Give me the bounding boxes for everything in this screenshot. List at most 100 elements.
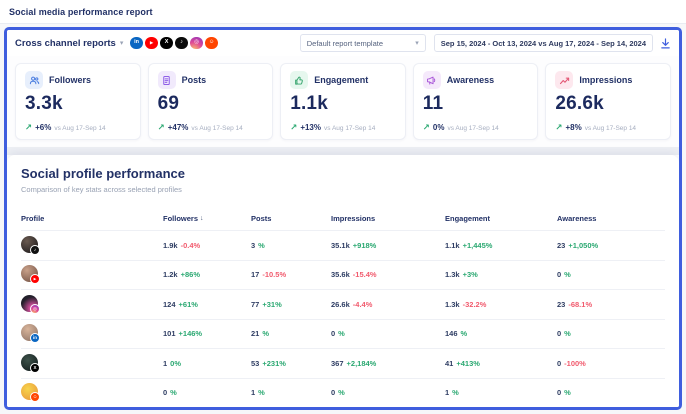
report-panel: Cross channel reports ▾ in▶X♪◎☺ Default … bbox=[4, 27, 682, 410]
awareness-cell: 0% bbox=[557, 270, 665, 279]
impressions-cell: 35.1k+918% bbox=[331, 241, 445, 250]
youtube-icon[interactable]: ▶ bbox=[145, 37, 158, 50]
awareness-cell: 0-100% bbox=[557, 359, 665, 368]
impressions-cell: 0% bbox=[331, 388, 445, 397]
kpi-label: Engagement bbox=[314, 75, 368, 85]
column-header-followers[interactable]: Followers↓ bbox=[163, 214, 251, 223]
table-row[interactable]: in 101+146% 21% 0% 146% 0% bbox=[21, 319, 665, 349]
avatar: ☺ bbox=[21, 383, 38, 400]
kpi-row: Followers 3.3k ↗ +6% vs Aug 17-Sep 14 Po… bbox=[7, 56, 679, 147]
table-header: Profile Followers↓ Posts Impressions Eng… bbox=[21, 206, 665, 230]
report-toolbar: Cross channel reports ▾ in▶X♪◎☺ Default … bbox=[7, 30, 679, 56]
section-subtitle: Comparison of key stats across selected … bbox=[21, 185, 665, 194]
channel-icon-row: in▶X♪◎☺ bbox=[130, 37, 218, 50]
engagement-cell: 41+413% bbox=[445, 359, 557, 368]
table-row[interactable]: ▶ 1.2k+86% 17-10.5% 35.6k-15.4% 1.3k+3% … bbox=[21, 260, 665, 290]
kpi-card-engagement: Engagement 1.1k ↗ +13% vs Aug 17-Sep 14 bbox=[280, 63, 406, 140]
date-range-label: Sep 15, 2024 - Oct 13, 2024 vs Aug 17, 2… bbox=[441, 39, 646, 48]
linkedin-icon[interactable]: in bbox=[130, 37, 143, 50]
followers-cell: 101+146% bbox=[163, 329, 251, 338]
avatar: ▶ bbox=[21, 265, 38, 282]
kpi-value: 11 bbox=[423, 93, 529, 115]
kpi-value: 69 bbox=[158, 93, 264, 115]
posts-cell: 21% bbox=[251, 329, 331, 338]
impressions-cell: 367+2,184% bbox=[331, 359, 445, 368]
table-row[interactable]: ♪ 1.9k-0.4% 3% 35.1k+918% 1.1k+1,445% 23… bbox=[21, 230, 665, 260]
column-header-profile[interactable]: Profile bbox=[21, 214, 163, 223]
impressions-cell: 35.6k-15.4% bbox=[331, 270, 445, 279]
posts-cell: 3% bbox=[251, 241, 331, 250]
engagement-cell: 1.3k+3% bbox=[445, 270, 557, 279]
table-row[interactable]: X 10% 53+231% 367+2,184% 41+413% 0-100% bbox=[21, 348, 665, 378]
youtube-badge-icon: ▶ bbox=[30, 274, 40, 284]
kpi-compare-label: vs Aug 17-Sep 14 bbox=[585, 125, 636, 132]
kpi-label: Impressions bbox=[579, 75, 632, 85]
column-header-awareness[interactable]: Awareness bbox=[557, 214, 665, 223]
table-body: ♪ 1.9k-0.4% 3% 35.1k+918% 1.1k+1,445% 23… bbox=[21, 230, 665, 407]
kpi-value: 1.1k bbox=[290, 93, 396, 115]
instagram-icon[interactable]: ◎ bbox=[190, 37, 203, 50]
x-icon[interactable]: X bbox=[160, 37, 173, 50]
section-strip: Social profile performance bbox=[7, 147, 679, 155]
x-badge-icon: X bbox=[30, 363, 40, 373]
impressions-cell: 0% bbox=[331, 329, 445, 338]
awareness-cell: 23-68.1% bbox=[557, 300, 665, 309]
avatar: X bbox=[21, 354, 38, 371]
avatar: ♪ bbox=[21, 236, 38, 253]
awareness-icon bbox=[423, 71, 441, 89]
posts-cell: 77+31% bbox=[251, 300, 331, 309]
app-header: Social media performance report bbox=[0, 0, 686, 24]
kpi-change: 0% bbox=[433, 123, 445, 132]
kpi-change: +13% bbox=[300, 123, 321, 132]
kpi-value: 26.6k bbox=[555, 93, 661, 115]
kpi-card-awareness: Awareness 11 ↗ 0% vs Aug 17-Sep 14 bbox=[413, 63, 539, 140]
kpi-change: +6% bbox=[35, 123, 51, 132]
kpi-compare-label: vs Aug 17-Sep 14 bbox=[324, 125, 375, 132]
linkedin-badge-icon: in bbox=[30, 333, 40, 343]
page-title: Social media performance report bbox=[9, 7, 153, 17]
engagement-cell: 1.3k-32.2% bbox=[445, 300, 557, 309]
followers-icon bbox=[25, 71, 43, 89]
table-row[interactable]: ☺ 0% 1% 0% 1% 0% bbox=[21, 378, 665, 408]
followers-cell: 0% bbox=[163, 388, 251, 397]
chevron-down-icon[interactable]: ▾ bbox=[120, 39, 124, 47]
trend-up-icon: ↗ bbox=[423, 122, 430, 133]
avatar: in bbox=[21, 324, 38, 341]
posts-cell: 1% bbox=[251, 388, 331, 397]
download-icon[interactable] bbox=[660, 38, 671, 49]
awareness-cell: 0% bbox=[557, 388, 665, 397]
engagement-icon bbox=[290, 71, 308, 89]
section-title: Social profile performance bbox=[21, 166, 665, 181]
kpi-card-impressions: Impressions 26.6k ↗ +8% vs Aug 17-Sep 14 bbox=[545, 63, 671, 140]
impressions-icon bbox=[555, 71, 573, 89]
engagement-cell: 1% bbox=[445, 388, 557, 397]
followers-cell: 124+61% bbox=[163, 300, 251, 309]
instagram-badge-icon: ◎ bbox=[30, 304, 40, 314]
trend-up-icon: ↗ bbox=[158, 122, 165, 133]
kpi-label: Posts bbox=[182, 75, 207, 85]
engagement-cell: 146% bbox=[445, 329, 557, 338]
kpi-label: Followers bbox=[49, 75, 91, 85]
kpi-change: +8% bbox=[566, 123, 582, 132]
kpi-compare-label: vs Aug 17-Sep 14 bbox=[447, 125, 498, 132]
column-header-posts[interactable]: Posts bbox=[251, 214, 331, 223]
report-name[interactable]: Cross channel reports bbox=[15, 38, 116, 49]
kpi-compare-label: vs Aug 17-Sep 14 bbox=[54, 125, 105, 132]
engagement-cell: 1.1k+1,445% bbox=[445, 241, 557, 250]
kpi-change: +47% bbox=[168, 123, 189, 132]
trend-up-icon: ↗ bbox=[555, 122, 562, 133]
column-header-engagement[interactable]: Engagement bbox=[445, 214, 557, 223]
followers-cell: 1.9k-0.4% bbox=[163, 241, 251, 250]
column-header-impressions[interactable]: Impressions bbox=[331, 214, 445, 223]
tiktok-icon[interactable]: ♪ bbox=[175, 37, 188, 50]
table-row[interactable]: ◎ 124+61% 77+31% 26.6k-4.4% 1.3k-32.2% 2… bbox=[21, 289, 665, 319]
template-select[interactable]: Default report template ▾ bbox=[300, 34, 426, 52]
kpi-compare-label: vs Aug 17-Sep 14 bbox=[191, 125, 242, 132]
posts-icon bbox=[158, 71, 176, 89]
profile-performance-card: Social profile performance Comparison of… bbox=[7, 155, 679, 407]
kpi-card-followers: Followers 3.3k ↗ +6% vs Aug 17-Sep 14 bbox=[15, 63, 141, 140]
awareness-cell: 0% bbox=[557, 329, 665, 338]
awareness-cell: 23+1,050% bbox=[557, 241, 665, 250]
date-range-picker[interactable]: Sep 15, 2024 - Oct 13, 2024 vs Aug 17, 2… bbox=[434, 34, 653, 52]
reddit-icon[interactable]: ☺ bbox=[205, 37, 218, 50]
